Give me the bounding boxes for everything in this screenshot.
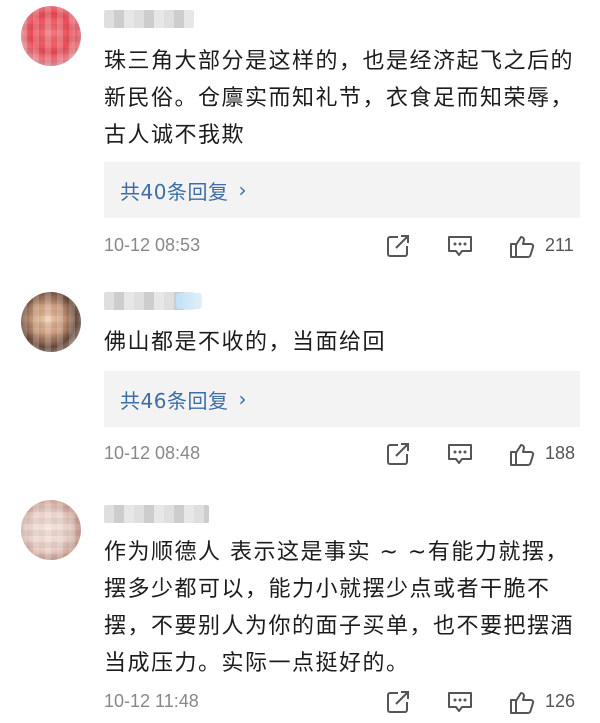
comment-meta: 10-12 08:53 211: [104, 233, 584, 263]
like-count: 126: [545, 691, 576, 711]
replies-label: 共46条回复: [120, 388, 229, 413]
like-count: 211: [545, 235, 574, 255]
avatar[interactable]: [21, 292, 81, 352]
comment-time: 10-12 11:48: [104, 691, 199, 711]
comment-meta: 10-12 08:48 188: [104, 441, 584, 471]
comment-icon[interactable]: [446, 689, 474, 715]
chevron-right-icon: ›: [238, 178, 247, 202]
share-icon[interactable]: [385, 441, 411, 467]
comment-time: 10-12 08:48: [104, 443, 201, 463]
thumbs-up-icon[interactable]: [508, 441, 536, 467]
replies-link[interactable]: 共40条回复 ›: [104, 162, 580, 218]
chevron-right-icon: ›: [238, 387, 247, 411]
comment-icon[interactable]: [446, 441, 474, 467]
user-badge: [176, 293, 202, 309]
thumbs-up-icon[interactable]: [508, 689, 536, 715]
share-icon[interactable]: [385, 233, 411, 259]
comment-time: 10-12 08:53: [104, 235, 201, 255]
comment-meta: 10-12 11:48 126: [104, 689, 584, 719]
comment-text: 珠三角大部分是这样的，也是经济起飞之后的新民俗。仓廪实而知礼节，衣食足而知荣辱，…: [104, 49, 575, 148]
like-count: 188: [545, 443, 576, 463]
thumbs-up-icon[interactable]: [508, 233, 536, 259]
avatar[interactable]: [21, 500, 81, 560]
comment-text: 作为顺德人 表示这是事实 ~ ~有能力就摆，摆多少都可以，能力小就摆少点或者干脆…: [104, 540, 575, 676]
replies-link[interactable]: 共46条回复 ›: [104, 371, 580, 427]
replies-label: 共40条回复: [120, 179, 229, 204]
share-icon[interactable]: [385, 689, 411, 715]
username-blurred[interactable]: [104, 10, 194, 28]
avatar[interactable]: [21, 6, 81, 66]
comment-icon[interactable]: [446, 233, 474, 259]
username-blurred[interactable]: [104, 505, 209, 523]
comment-text: 佛山都是不收的，当面给回: [104, 330, 387, 355]
